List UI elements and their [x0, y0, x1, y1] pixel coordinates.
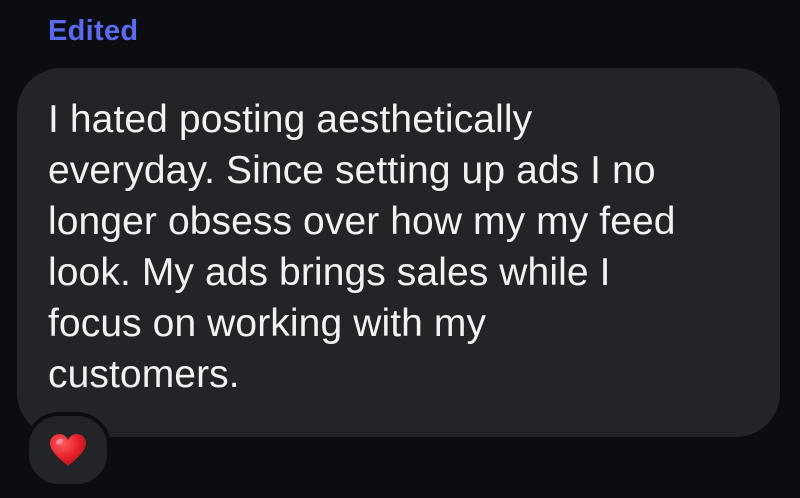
edited-label[interactable]: Edited [48, 13, 138, 49]
message-line: I hated posting aesthetically [48, 98, 533, 141]
message-line: everyday. Since setting up ads I no [48, 149, 656, 192]
message-line: focus on working with my [48, 302, 487, 345]
chat-screen: Edited I hated posting aesthetically eve… [0, 0, 800, 498]
reaction-badge[interactable] [25, 412, 111, 488]
message-line: longer obsess over how my my feed [48, 200, 676, 243]
message-text: I hated posting aesthetically everyday. … [48, 94, 768, 400]
message-line: customers. [48, 353, 240, 396]
message-line: look. My ads brings sales while I [48, 251, 611, 294]
red-heart-icon [50, 434, 86, 466]
